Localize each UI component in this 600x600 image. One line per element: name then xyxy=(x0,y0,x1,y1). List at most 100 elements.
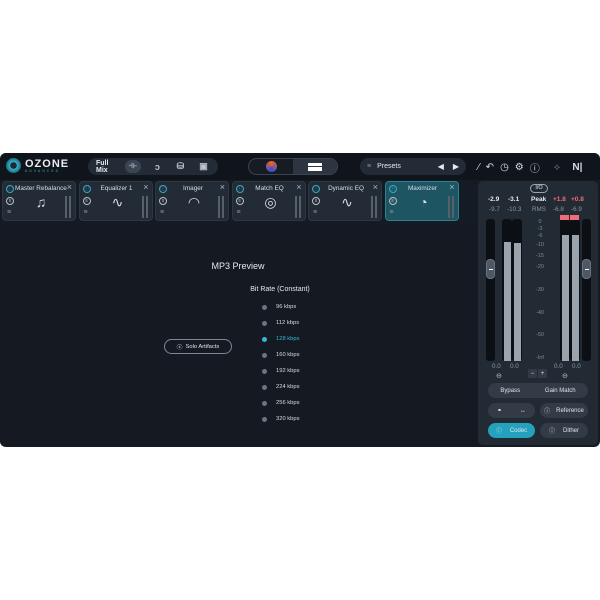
power-icon[interactable]: ⓘ xyxy=(159,185,167,193)
module-gain-fader[interactable] xyxy=(141,196,148,218)
bitrate-option[interactable]: 256 kbps xyxy=(262,400,300,406)
link-icon[interactable]: ⊖ xyxy=(562,372,568,380)
bitrate-option[interactable]: 128 kbps xyxy=(262,336,300,342)
zoom-out-button[interactable]: − xyxy=(528,369,537,378)
output-meter-right-level xyxy=(571,235,579,361)
clip-indicator[interactable] xyxy=(560,215,569,220)
history-icon[interactable]: ◷ xyxy=(500,162,509,173)
close-icon[interactable]: × xyxy=(449,182,454,192)
menu-icon[interactable]: ≡ xyxy=(7,209,11,216)
input-gain-fader[interactable] xyxy=(486,219,495,361)
link-icon[interactable]: ⟡ xyxy=(554,162,561,173)
clip-indicator[interactable] xyxy=(570,215,579,220)
bitrate-option[interactable]: 112 kbps xyxy=(262,320,299,326)
modules-view-icon[interactable] xyxy=(293,159,337,174)
output-meter-right xyxy=(570,219,580,361)
bitrate-option[interactable]: 160 kbps xyxy=(262,352,300,358)
link-icon[interactable]: ⊖ xyxy=(496,372,502,380)
bitrate-option[interactable]: 224 kbps xyxy=(262,384,300,390)
module-gain-fader[interactable] xyxy=(447,196,454,218)
power-icon[interactable]: ⓘ xyxy=(6,185,14,193)
menu-icon[interactable]: ≡ xyxy=(390,209,394,216)
power-icon[interactable]: ⓘ xyxy=(388,185,397,193)
pen-icon[interactable]: ⁄ xyxy=(478,162,480,173)
dither-button[interactable]: ⓘ Dither xyxy=(540,423,588,438)
module-master-rebalance[interactable]: ⓘ Master Rebalance × s ≡ ♫ xyxy=(2,181,76,221)
close-icon[interactable]: × xyxy=(296,182,301,192)
solo-icon[interactable]: s xyxy=(388,197,397,205)
fader-knob[interactable] xyxy=(486,259,495,279)
module-gain-fader[interactable] xyxy=(371,196,377,218)
waveform-icon[interactable]: ⟛ xyxy=(124,160,141,173)
close-icon[interactable]: × xyxy=(373,182,378,192)
close-icon[interactable]: × xyxy=(143,182,148,192)
input-gain-right[interactable]: 0.0 xyxy=(510,363,519,370)
assistant-icon[interactable] xyxy=(249,159,293,174)
menu-icon[interactable]: ≡ xyxy=(84,209,88,216)
radio-dot[interactable] xyxy=(262,352,267,358)
menu-icon[interactable]: ≡ xyxy=(160,209,164,216)
mono-icon[interactable]: ⚭ xyxy=(497,407,502,414)
module-gain-fader[interactable] xyxy=(65,196,71,218)
input-meter-left xyxy=(502,219,512,361)
undo-icon[interactable]: ↶ xyxy=(486,162,494,173)
solo-icon[interactable]: s xyxy=(312,197,320,205)
codec-button[interactable]: ⓘ Codec xyxy=(488,423,535,438)
power-icon[interactable]: ⓘ xyxy=(82,185,91,193)
radio-dot[interactable] xyxy=(262,336,267,342)
module-dynamic-eq[interactable]: ⓘ Dynamic EQ × s ≡ ∿ xyxy=(308,181,382,221)
solo-icon[interactable]: s xyxy=(82,197,91,205)
module-match-eq[interactable]: ⓘ Match EQ × s ≡ ◎ xyxy=(231,181,306,221)
module-equalizer-1[interactable]: ⓘ Equalizer 1 × s ≡ ∿ xyxy=(78,181,153,221)
module-gain-fader[interactable] xyxy=(218,196,224,218)
module-gain-fader[interactable] xyxy=(294,196,301,218)
radio-dot[interactable] xyxy=(262,320,267,326)
reference-button[interactable]: ⓘ Reference xyxy=(540,403,588,418)
radio-dot[interactable] xyxy=(262,416,267,422)
radio-dot[interactable] xyxy=(262,384,267,390)
bypass-button[interactable]: Bypass xyxy=(500,388,520,394)
output-gain-left[interactable]: 0.0 xyxy=(554,363,563,370)
close-icon[interactable]: × xyxy=(220,182,225,192)
radio-dot[interactable] xyxy=(262,368,267,374)
full-mix-button[interactable]: Full Mix xyxy=(96,160,115,174)
radio-dot[interactable] xyxy=(262,304,267,310)
assistant-mix-selector[interactable]: Full Mix ⟛ ↄ ⛁ ▣ xyxy=(88,158,218,175)
power-icon[interactable]: ⓘ xyxy=(235,185,244,193)
module-imager[interactable]: ⓘ Imager × s ≡ ◠ xyxy=(155,181,229,221)
swap-icon[interactable]: ↔ xyxy=(520,408,526,414)
view-toggle[interactable] xyxy=(248,158,338,175)
prev-preset-icon[interactable]: ◀ xyxy=(438,162,444,171)
zoom-in-button[interactable]: + xyxy=(538,369,547,378)
presets-bar[interactable]: ≡ Presets ◀ ▶ xyxy=(360,158,466,175)
output-gain-fader[interactable] xyxy=(582,219,591,361)
bitrate-option[interactable]: 96 kbps xyxy=(262,304,296,310)
drum-icon[interactable]: ⛁ xyxy=(174,161,187,172)
menu-icon[interactable]: ≡ xyxy=(313,209,317,216)
gear-icon[interactable]: ⚙ xyxy=(515,162,524,173)
power-icon[interactable]: ⓘ xyxy=(312,185,320,193)
radio-dot[interactable] xyxy=(262,400,267,406)
instrument-icon[interactable]: ▣ xyxy=(197,161,210,172)
menu-icon[interactable]: ≡ xyxy=(237,209,241,216)
bitrate-option[interactable]: 192 kbps xyxy=(262,368,300,374)
fader-knob[interactable] xyxy=(582,259,591,279)
meter-scale-tick: -6 xyxy=(537,232,543,239)
output-gain-right[interactable]: 0.0 xyxy=(572,363,581,370)
help-icon[interactable]: ⓘ xyxy=(530,160,540,175)
module-maximizer[interactable]: ⓘ Maximizer × s ≡ ◔ xyxy=(384,181,459,221)
solo-icon[interactable]: s xyxy=(6,197,14,205)
presets-list-icon: ≡ xyxy=(367,163,372,170)
solo-icon[interactable]: s xyxy=(235,197,244,205)
solo-artifacts-button[interactable]: ⓢ Solo Artifacts xyxy=(164,339,232,354)
io-button[interactable]: I/O xyxy=(530,184,548,193)
solo-icon[interactable]: s xyxy=(159,197,167,205)
output-peak-right: +0.8 xyxy=(571,196,584,203)
next-preset-icon[interactable]: ▶ xyxy=(453,162,459,171)
input-gain-left[interactable]: 0.0 xyxy=(492,363,501,370)
module-name: Match EQ xyxy=(255,185,284,192)
gain-match-button[interactable]: Gain Match xyxy=(545,388,576,394)
ear-icon[interactable]: ↄ xyxy=(151,162,164,172)
bitrate-option[interactable]: 320 kbps xyxy=(262,416,300,422)
close-icon[interactable]: × xyxy=(67,182,72,192)
